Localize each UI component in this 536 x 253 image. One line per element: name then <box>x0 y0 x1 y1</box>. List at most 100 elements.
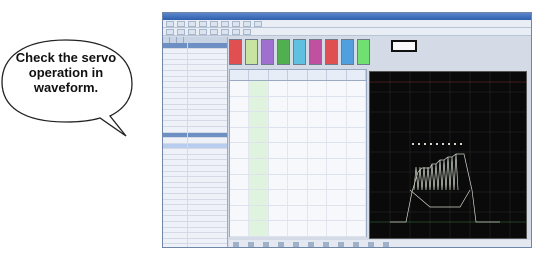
parameter-row[interactable] <box>163 244 227 247</box>
grid-row <box>230 205 366 222</box>
dialog-button[interactable] <box>391 40 417 52</box>
menu-bar <box>163 20 531 28</box>
grid-cell <box>249 158 269 174</box>
grid-cell <box>327 158 347 174</box>
menu-item[interactable] <box>166 20 174 27</box>
function-icon[interactable] <box>341 39 354 65</box>
grid-cell <box>327 205 347 221</box>
status-icon[interactable] <box>308 241 314 247</box>
status-icon[interactable] <box>383 241 389 247</box>
parameter-key <box>163 244 188 247</box>
menu-item[interactable] <box>210 20 218 27</box>
parameter-key <box>163 43 188 48</box>
grid-column-header <box>249 70 269 80</box>
function-icon[interactable] <box>357 39 370 65</box>
grid-cell <box>269 190 289 205</box>
status-icon[interactable] <box>278 241 284 247</box>
grid-cell <box>269 205 289 221</box>
grid-cell <box>347 112 366 127</box>
menu-item[interactable] <box>221 20 229 27</box>
grid-cell <box>288 143 308 158</box>
grid-cell <box>308 81 328 96</box>
parameter-key <box>163 121 188 126</box>
grid-cell <box>327 96 347 112</box>
grid-cell <box>249 127 269 143</box>
menu-item[interactable] <box>188 20 196 27</box>
toolbar-button[interactable] <box>177 28 185 35</box>
status-icon[interactable] <box>233 241 239 247</box>
function-icon[interactable] <box>245 39 258 65</box>
toolbar-button[interactable] <box>243 28 251 35</box>
grid-cell <box>230 127 250 143</box>
grid-cell <box>327 112 347 127</box>
parameter-key <box>163 76 188 82</box>
function-icon[interactable] <box>261 39 274 65</box>
parameter-key <box>163 98 188 104</box>
function-icon[interactable] <box>325 39 338 65</box>
toolbar-button[interactable] <box>188 28 196 35</box>
status-icon[interactable] <box>263 241 269 247</box>
menu-item[interactable] <box>177 20 185 27</box>
grid-cell <box>269 81 289 96</box>
callout-bubble: Check the servo operation in waveform. <box>0 0 150 140</box>
status-icon[interactable] <box>293 241 299 247</box>
function-icon[interactable] <box>229 39 242 65</box>
parameter-key <box>163 93 188 98</box>
function-icon[interactable] <box>293 39 306 65</box>
grid-cell <box>288 81 308 96</box>
status-icon[interactable] <box>338 241 344 247</box>
grid-cell <box>269 127 289 143</box>
status-icon[interactable] <box>353 241 359 247</box>
toolbar-button[interactable] <box>210 28 218 35</box>
grid-cell <box>327 81 347 96</box>
menu-item[interactable] <box>199 20 207 27</box>
grid-cell <box>230 143 250 158</box>
parameter-key <box>163 70 188 76</box>
toolbar-button[interactable] <box>221 28 229 35</box>
function-icon[interactable] <box>309 39 322 65</box>
menu-item[interactable] <box>254 20 262 27</box>
toolbar-button[interactable] <box>199 28 207 35</box>
parameter-key <box>163 87 188 93</box>
parameter-key <box>163 238 188 244</box>
grid-cell <box>249 81 269 96</box>
grid-row <box>230 158 366 175</box>
grid-cell <box>308 158 328 174</box>
callout-line-1: Check the servo <box>15 50 117 65</box>
grid-cell <box>230 158 250 174</box>
parameter-key <box>163 143 188 149</box>
function-icon[interactable] <box>277 39 290 65</box>
grid-column-header <box>308 70 328 80</box>
monitor-grid <box>229 69 367 237</box>
grid-cell <box>327 174 347 190</box>
waveform-scope[interactable] <box>369 71 527 239</box>
status-icon[interactable] <box>248 241 254 247</box>
parameter-key <box>163 104 188 110</box>
callout-line-3: waveform. <box>33 80 99 95</box>
menu-item[interactable] <box>243 20 251 27</box>
menu-item[interactable] <box>232 20 240 27</box>
grid-cell <box>230 96 250 112</box>
grid-row <box>230 81 366 97</box>
parameter-key <box>163 149 188 154</box>
grid-cell <box>308 221 328 236</box>
callout-line-2: operation in <box>28 65 104 80</box>
grid-cell <box>308 143 328 158</box>
grid-cell <box>308 112 328 127</box>
grid-cell <box>269 96 289 112</box>
parameter-key <box>163 126 188 132</box>
status-icon[interactable] <box>323 241 329 247</box>
grid-cell <box>230 190 250 205</box>
status-icon[interactable] <box>368 241 374 247</box>
callout-text: Check the servo operation in waveform. <box>8 50 124 95</box>
grid-cell <box>347 158 366 174</box>
grid-cell <box>308 205 328 221</box>
parameter-key <box>163 188 188 194</box>
toolbar-button[interactable] <box>232 28 240 35</box>
grid-column-header <box>269 70 289 80</box>
toolbar-button[interactable] <box>166 28 174 35</box>
grid-cell <box>347 81 366 96</box>
parameter-key <box>163 160 188 166</box>
parameter-key <box>163 154 188 160</box>
grid-cell <box>230 205 250 221</box>
